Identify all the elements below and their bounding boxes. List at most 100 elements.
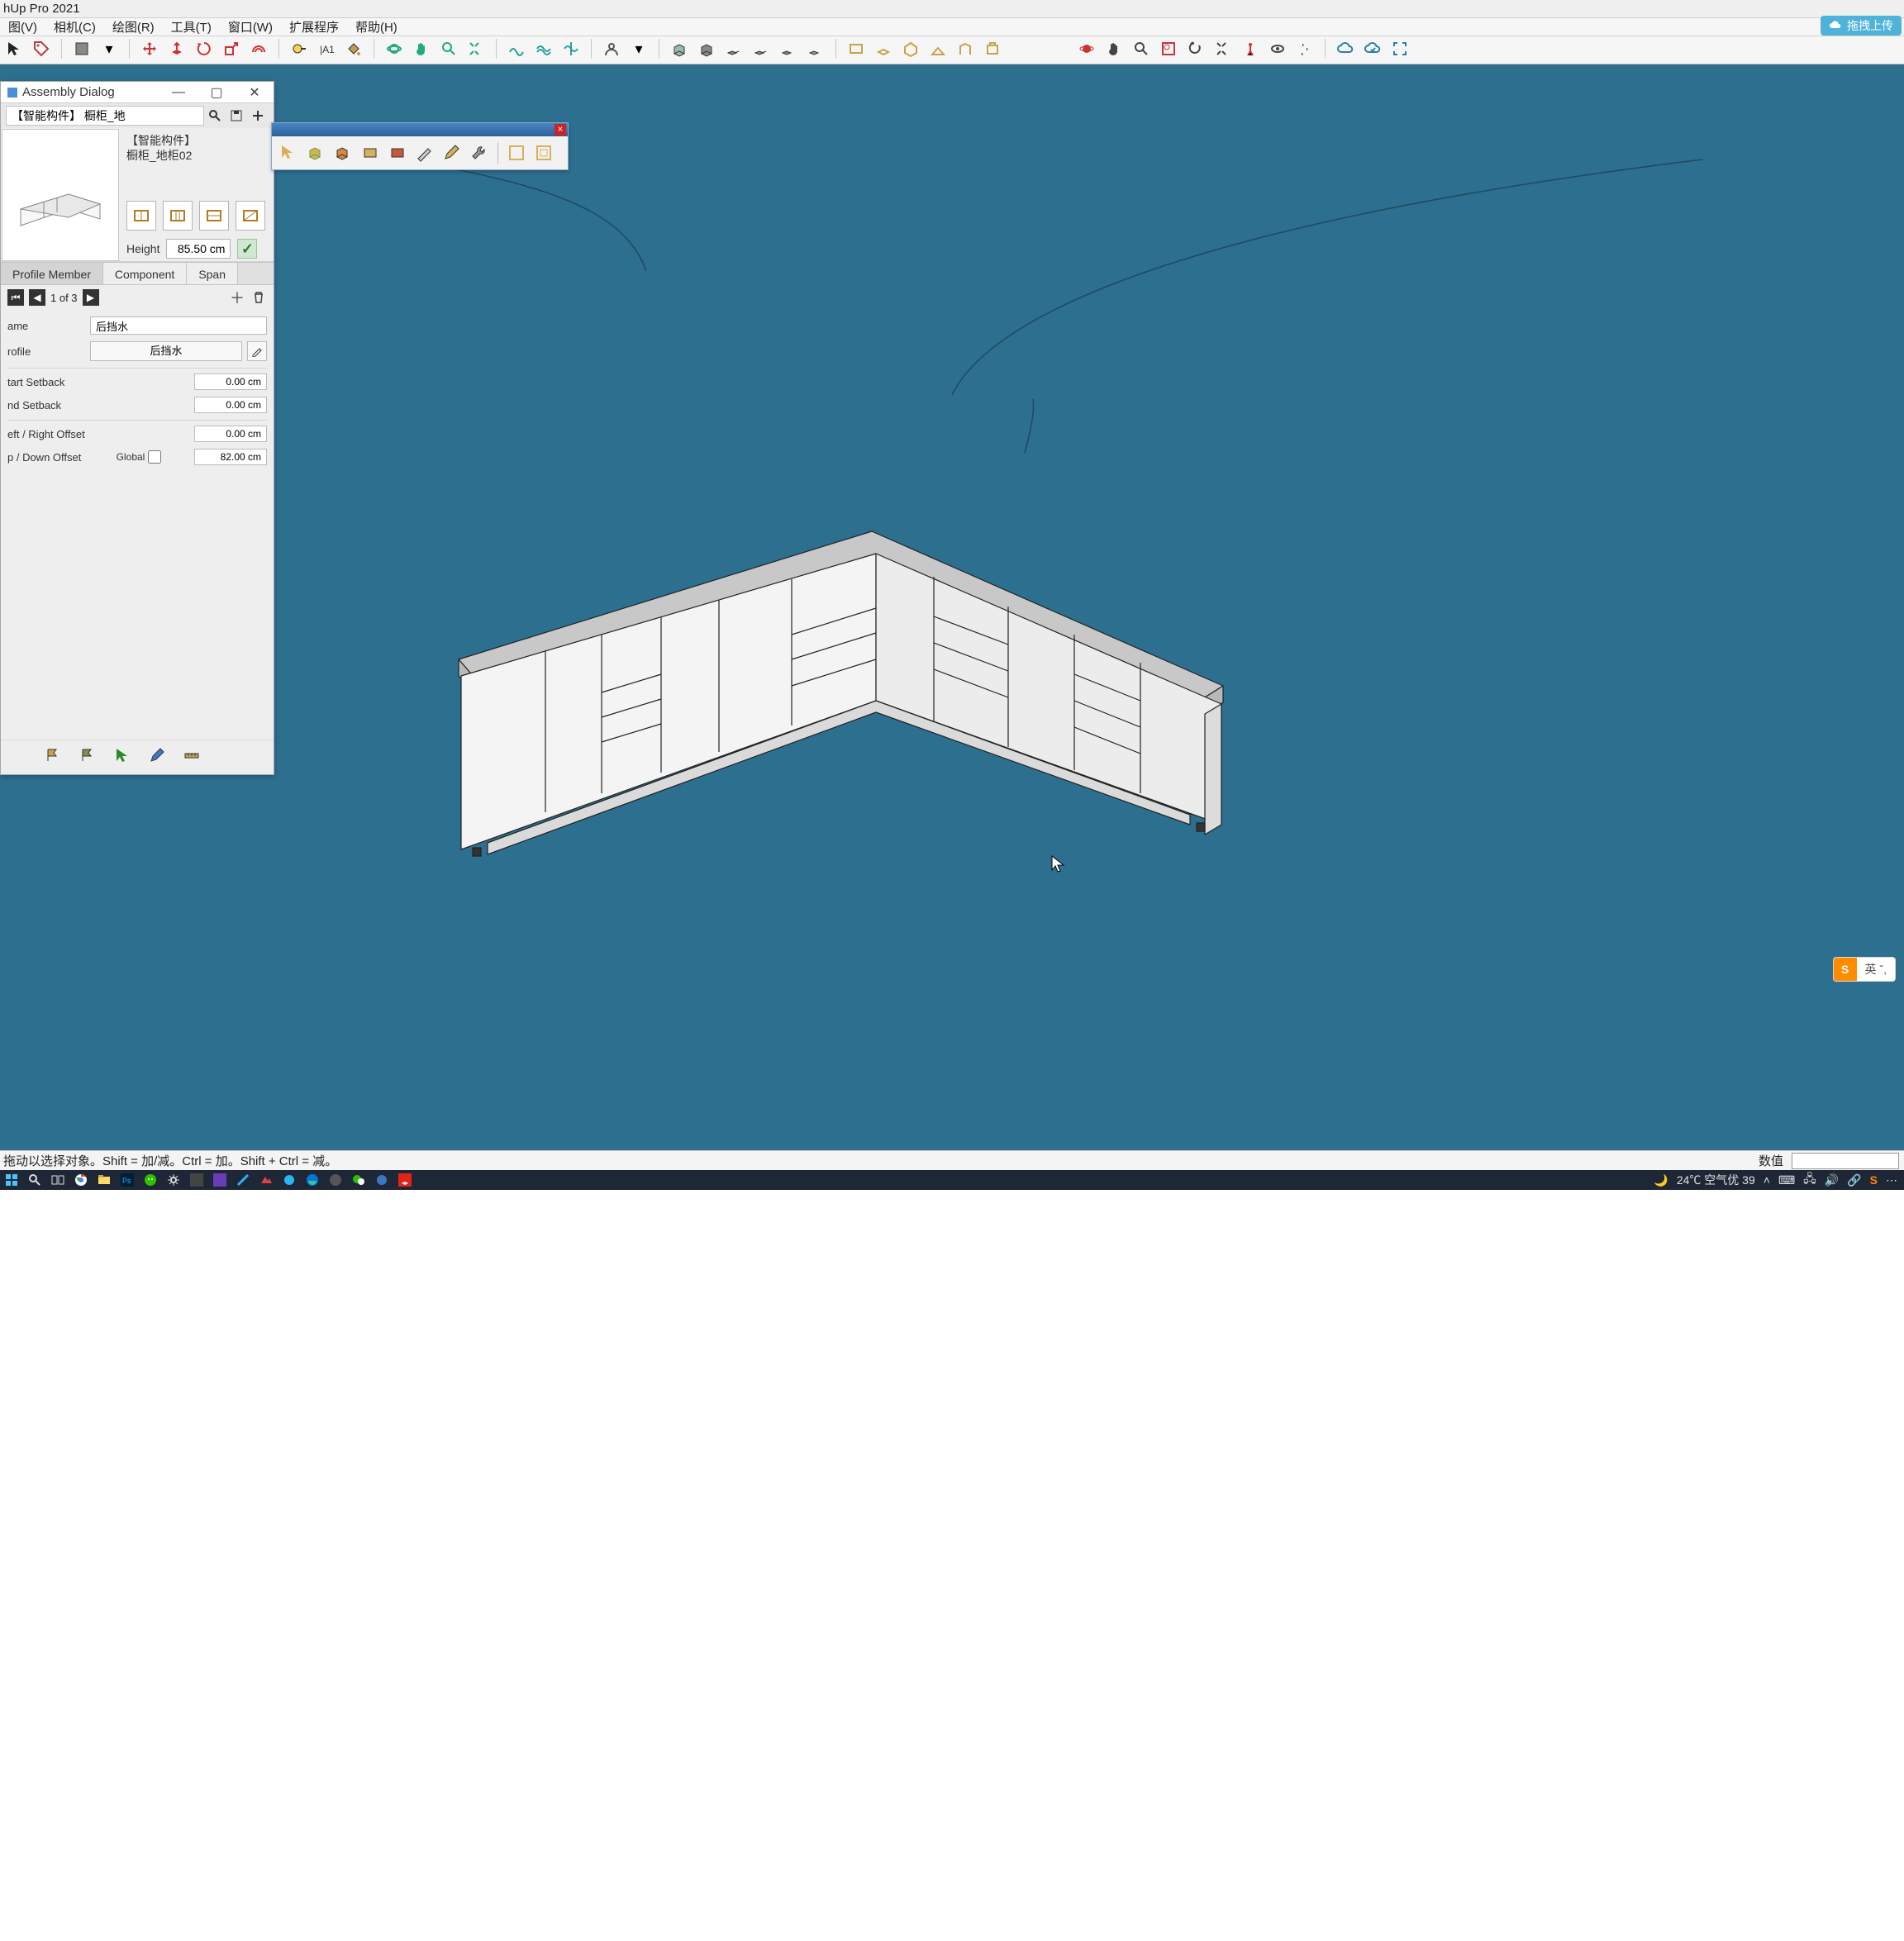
app-b-icon[interactable] — [208, 1171, 231, 1189]
scene-b-icon[interactable] — [873, 38, 894, 59]
fullscreen-icon[interactable] — [1389, 38, 1411, 59]
close-button[interactable]: ✕ — [236, 83, 274, 102]
user-icon[interactable] — [601, 38, 622, 59]
ft-knife-icon[interactable] — [413, 141, 436, 164]
scene-a-icon[interactable] — [845, 38, 867, 59]
tape-tool-icon[interactable] — [288, 38, 310, 59]
chrome-icon[interactable] — [69, 1171, 93, 1189]
tool-flag2-icon[interactable] — [77, 745, 98, 766]
frame-option-1[interactable] — [126, 201, 156, 231]
taskview-button[interactable] — [46, 1171, 69, 1189]
app-g-icon[interactable] — [370, 1171, 393, 1189]
ft-cursor-icon[interactable] — [277, 141, 300, 164]
tray-input-icon[interactable]: ⌨ — [1778, 1173, 1795, 1187]
search-button[interactable] — [23, 1171, 46, 1189]
ft-box-a-icon[interactable] — [304, 141, 327, 164]
search-input[interactable] — [6, 106, 204, 126]
solid-e-icon[interactable] — [778, 38, 799, 59]
cloud1-icon[interactable] — [1335, 38, 1356, 59]
solid-a-icon[interactable] — [669, 38, 690, 59]
search-icon[interactable] — [204, 105, 226, 126]
ft-wrench-icon[interactable] — [468, 141, 491, 164]
left-right-input[interactable] — [194, 426, 267, 442]
text-tool-icon[interactable]: |A1| — [316, 38, 337, 59]
floating-toolbar-close[interactable]: × — [555, 124, 566, 136]
tray-more-icon[interactable]: ⋯ — [1886, 1173, 1897, 1187]
ft-pencil-icon[interactable] — [440, 141, 464, 164]
vray-ext-icon[interactable] — [1212, 38, 1234, 59]
vray-zoom-icon[interactable] — [1130, 38, 1152, 59]
ft-box-d-icon[interactable] — [386, 141, 409, 164]
tray-volume-icon[interactable]: 🔊 — [1825, 1173, 1839, 1187]
ft-box-c-icon[interactable] — [359, 141, 382, 164]
upload-pill[interactable]: 拖拽上传 — [1821, 16, 1902, 36]
tray-network-icon[interactable]: 🖧 — [1803, 1170, 1816, 1190]
tag-tool-icon[interactable] — [31, 38, 52, 59]
sandbox2-icon[interactable] — [533, 38, 555, 59]
app-e-icon[interactable] — [278, 1171, 301, 1189]
app-f-icon[interactable] — [324, 1171, 347, 1189]
offset-tool-icon[interactable] — [248, 38, 269, 59]
solid-b-icon[interactable] — [696, 38, 717, 59]
ft-frame-b-icon[interactable] — [532, 141, 555, 164]
maximize-button[interactable]: ▢ — [198, 83, 236, 102]
scale-tool-icon[interactable] — [221, 38, 242, 59]
system-tray[interactable]: 🌙 24℃ 空气优 39 ˄ ⌨ 🖧 🔊 🔗 S ⋯ — [1654, 1170, 1904, 1190]
edge-icon[interactable] — [301, 1171, 324, 1189]
tool-flag-icon[interactable] — [42, 745, 64, 766]
dropdown2-icon[interactable]: ▾ — [628, 38, 650, 59]
assembly-dialog-title[interactable]: Assembly Dialog — ▢ ✕ — [1, 82, 274, 103]
app-c-icon[interactable] — [231, 1171, 255, 1189]
menu-tools[interactable]: 工具(T) — [163, 18, 220, 36]
sandbox-icon[interactable] — [506, 38, 527, 59]
vray-orbit-icon[interactable] — [1076, 38, 1097, 59]
rotate-tool-icon[interactable] — [193, 38, 215, 59]
cloud2-icon[interactable] — [1362, 38, 1383, 59]
select-tool-icon[interactable] — [3, 38, 25, 59]
vray-undo-icon[interactable] — [1185, 38, 1207, 59]
solid-f-icon[interactable] — [805, 38, 826, 59]
pager-add-button[interactable]: ＋ — [229, 289, 245, 306]
menu-camera[interactable]: 相机(C) — [45, 18, 104, 36]
vray-pan-icon[interactable] — [1103, 38, 1125, 59]
solid-d-icon[interactable] — [750, 38, 772, 59]
ft-frame-a-icon[interactable] — [505, 141, 528, 164]
menu-window[interactable]: 窗口(W) — [220, 18, 281, 36]
menu-extensions[interactable]: 扩展程序 — [281, 18, 347, 36]
zoom-tool-icon[interactable] — [438, 38, 459, 59]
start-button[interactable] — [0, 1171, 23, 1189]
orbit-tool-icon[interactable] — [383, 38, 405, 59]
sandbox3-icon[interactable] — [560, 38, 582, 59]
vray-eye-icon[interactable] — [1267, 38, 1288, 59]
end-setback-input[interactable] — [194, 397, 267, 413]
tab-profile-member[interactable]: Profile Member — [1, 263, 103, 284]
scene-e-icon[interactable] — [954, 38, 976, 59]
page-first-button[interactable]: ⏮ — [7, 289, 24, 306]
menu-help[interactable]: 帮助(H) — [347, 18, 406, 36]
profile-select-button[interactable]: 后挡水 — [90, 341, 242, 361]
scene-c-icon[interactable] — [900, 38, 921, 59]
tray-sogou-icon[interactable]: S — [1870, 1173, 1878, 1187]
vray-person-icon[interactable] — [1240, 38, 1261, 59]
minimize-button[interactable]: — — [159, 83, 198, 102]
photoshop-icon[interactable]: Ps — [116, 1171, 139, 1189]
frame-option-2[interactable] — [163, 201, 193, 231]
vray-walk-icon[interactable] — [1294, 38, 1316, 59]
up-down-input[interactable] — [194, 449, 267, 465]
tab-component[interactable]: Component — [103, 263, 187, 284]
add-icon[interactable] — [247, 105, 269, 126]
explorer-icon[interactable] — [93, 1171, 116, 1189]
measurement-input[interactable] — [1792, 1153, 1899, 1169]
height-confirm-button[interactable]: ✓ — [237, 239, 257, 259]
3d-viewport[interactable] — [0, 64, 1904, 1150]
wechat2-icon[interactable] — [347, 1171, 370, 1189]
settings-icon[interactable] — [162, 1171, 185, 1189]
profile-edit-button[interactable] — [247, 341, 267, 361]
vray-frame-icon[interactable] — [1158, 38, 1179, 59]
scene-f-icon[interactable] — [982, 38, 1003, 59]
tool-ruler-icon[interactable] — [181, 745, 202, 766]
tool-select-icon[interactable] — [112, 745, 133, 766]
sketchup-icon[interactable] — [393, 1171, 416, 1189]
tool-pencil-icon[interactable] — [146, 745, 168, 766]
name-input[interactable] — [90, 316, 267, 335]
